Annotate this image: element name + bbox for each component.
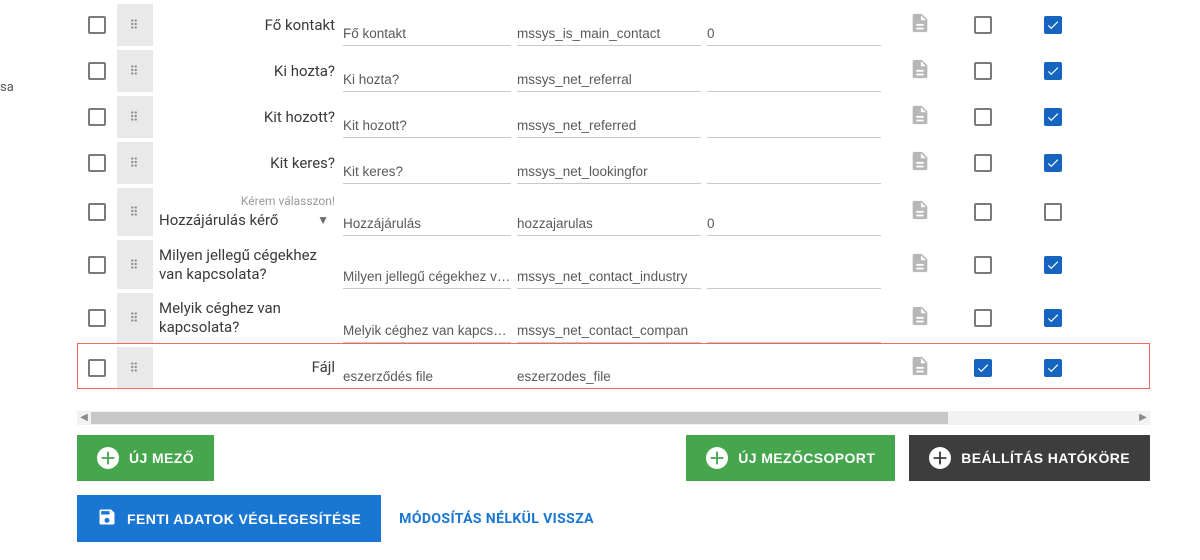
row-label: Ki hozta?	[274, 62, 335, 81]
system-name-input[interactable]	[517, 112, 701, 138]
table-row: Kit keres?	[77, 138, 1150, 184]
option-checkbox-1[interactable]	[974, 154, 992, 172]
fields-table: Fő kontakt Ki hozta? Kit hozott? Kit keres?…	[61, 0, 1166, 425]
option-checkbox-2[interactable]	[1044, 309, 1062, 327]
select-value: Hozzájárulás kérő	[159, 211, 278, 230]
plus-circle-icon	[706, 447, 728, 469]
option-checkbox-2[interactable]	[1044, 62, 1062, 80]
display-name-input[interactable]	[343, 66, 511, 92]
option-checkbox-1[interactable]	[974, 203, 992, 221]
row-select-checkbox[interactable]	[88, 309, 106, 327]
display-name-input[interactable]	[343, 363, 511, 389]
row-select-checkbox[interactable]	[88, 203, 106, 221]
table-row: Kit hozott?	[77, 92, 1150, 138]
default-value-input[interactable]	[707, 112, 881, 138]
plus-circle-icon	[97, 447, 119, 469]
new-field-button[interactable]: ÚJ MEZŐ	[77, 435, 214, 481]
field-type-select[interactable]: Hozzájárulás kérő ▼	[159, 211, 335, 230]
row-select-checkbox[interactable]	[88, 16, 106, 34]
plus-circle-icon	[929, 447, 951, 469]
drag-handle-icon[interactable]	[127, 360, 143, 376]
table-row: Fájl	[77, 343, 1150, 389]
row-label: Fő kontakt	[265, 16, 335, 35]
document-icon[interactable]	[909, 104, 931, 130]
drag-handle-icon[interactable]	[127, 204, 143, 220]
row-select-checkbox[interactable]	[88, 108, 106, 126]
scope-label: BEÁLLÍTÁS HATÓKÖRE	[961, 450, 1130, 466]
document-icon[interactable]	[909, 199, 931, 225]
document-icon[interactable]	[909, 252, 931, 278]
option-checkbox-1[interactable]	[974, 309, 992, 327]
row-select-checkbox[interactable]	[88, 62, 106, 80]
display-name-input[interactable]	[343, 112, 511, 138]
drag-handle-icon[interactable]	[127, 63, 143, 79]
document-icon[interactable]	[909, 12, 931, 38]
system-name-input[interactable]	[517, 158, 701, 184]
option-checkbox-2[interactable]	[1044, 203, 1062, 221]
scope-button[interactable]: BEÁLLÍTÁS HATÓKÖRE	[909, 435, 1150, 481]
footer-actions: ÚJ MEZŐ ÚJ MEZŐCSOPORT BEÁLLÍTÁS HATÓKÖR…	[61, 421, 1166, 542]
document-icon[interactable]	[909, 305, 931, 331]
display-name-input[interactable]	[343, 317, 511, 343]
option-checkbox-1[interactable]	[974, 256, 992, 274]
row-label: Kit keres?	[270, 154, 335, 173]
finalize-button[interactable]: FENTI ADATOK VÉGLEGESÍTÉSE	[77, 495, 381, 542]
default-value-input[interactable]	[707, 317, 881, 343]
new-group-label: ÚJ MEZŐCSOPORT	[738, 450, 875, 466]
option-checkbox-1[interactable]	[974, 62, 992, 80]
drag-handle-icon[interactable]	[127, 155, 143, 171]
drag-handle-icon[interactable]	[127, 310, 143, 326]
row-select-checkbox[interactable]	[88, 154, 106, 172]
save-icon	[97, 507, 117, 530]
default-value-input[interactable]	[707, 158, 881, 184]
chevron-down-icon: ▼	[317, 213, 329, 228]
system-name-input[interactable]	[517, 363, 701, 389]
table-row: Ki hozta?	[77, 46, 1150, 92]
system-name-input[interactable]	[517, 20, 701, 46]
new-field-label: ÚJ MEZŐ	[129, 450, 194, 466]
option-checkbox-1[interactable]	[974, 16, 992, 34]
back-link[interactable]: MÓDOSÍTÁS NÉLKÜL VISSZA	[395, 499, 598, 539]
default-value-input[interactable]	[707, 363, 881, 389]
drag-handle-icon[interactable]	[127, 17, 143, 33]
system-name-input[interactable]	[517, 263, 701, 289]
row-label: Milyen jellegű cégekhez van kapcsolata?	[159, 246, 335, 284]
row-label: Fájl	[312, 358, 335, 377]
table-row: Milyen jellegű cégekhez van kapcsolata?	[77, 236, 1150, 290]
display-name-input[interactable]	[343, 263, 511, 289]
system-name-input[interactable]	[517, 210, 701, 236]
document-icon[interactable]	[909, 150, 931, 176]
option-checkbox-2[interactable]	[1044, 256, 1062, 274]
document-icon[interactable]	[909, 58, 931, 84]
option-checkbox-2[interactable]	[1044, 359, 1062, 377]
table-row: Kérem válasszon! Hozzájárulás kérő ▼	[77, 184, 1150, 236]
default-value-input[interactable]	[707, 20, 881, 46]
table-row: Fő kontakt	[77, 0, 1150, 46]
finalize-label: FENTI ADATOK VÉGLEGESÍTÉSE	[127, 511, 361, 527]
row-label: Melyik céghez van kapcsolata?	[159, 299, 335, 337]
display-name-input[interactable]	[343, 210, 511, 236]
default-value-input[interactable]	[707, 66, 881, 92]
row-label: Kit hozott?	[264, 108, 335, 127]
select-hint: Kérem válasszon!	[241, 194, 335, 209]
system-name-input[interactable]	[517, 66, 701, 92]
default-value-input[interactable]	[707, 210, 881, 236]
option-checkbox-1[interactable]	[974, 359, 992, 377]
row-select-checkbox[interactable]	[88, 256, 106, 274]
display-name-input[interactable]	[343, 158, 511, 184]
drag-handle-icon[interactable]	[127, 109, 143, 125]
option-checkbox-2[interactable]	[1044, 154, 1062, 172]
sidebar-fragment: sa	[0, 80, 14, 95]
row-select-checkbox[interactable]	[88, 359, 106, 377]
display-name-input[interactable]	[343, 20, 511, 46]
new-group-button[interactable]: ÚJ MEZŐCSOPORT	[686, 435, 895, 481]
option-checkbox-2[interactable]	[1044, 16, 1062, 34]
option-checkbox-2[interactable]	[1044, 108, 1062, 126]
system-name-input[interactable]	[517, 317, 701, 343]
drag-handle-icon[interactable]	[127, 257, 143, 273]
table-row: Melyik céghez van kapcsolata?	[77, 289, 1150, 343]
default-value-input[interactable]	[707, 263, 881, 289]
document-icon[interactable]	[909, 355, 931, 381]
option-checkbox-1[interactable]	[974, 108, 992, 126]
